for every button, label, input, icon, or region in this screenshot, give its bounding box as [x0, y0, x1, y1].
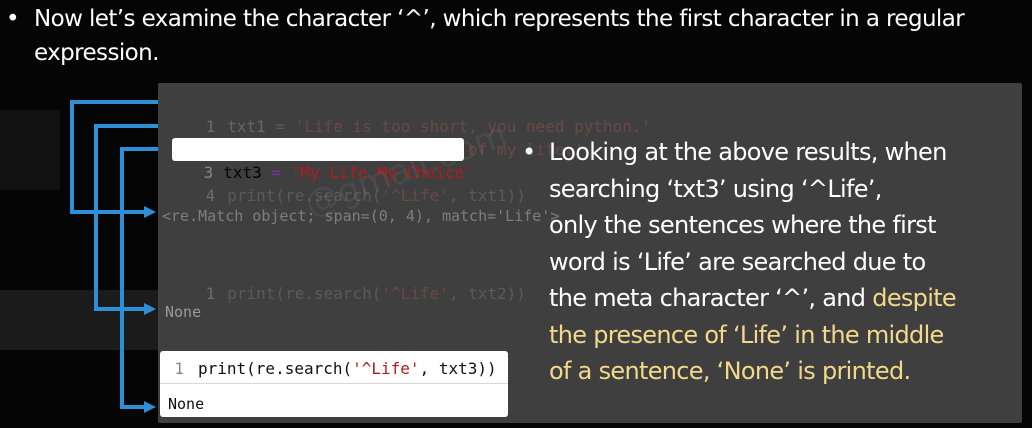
arrow-txt2: [94, 124, 158, 311]
explanation-highlight-1: despite: [872, 284, 956, 312]
arrowhead-3: [144, 401, 156, 413]
explanation-text: • Looking at the above results, when sea…: [522, 134, 1002, 390]
explanation-line-2: searching ‘txt3’ using ‘^Life’,: [549, 174, 882, 203]
explanation-line-5: the meta character ‘^’, and despite: [549, 284, 957, 312]
arrowhead-1: [144, 206, 156, 218]
explanation-line-1: Looking at the above results, when: [549, 138, 947, 166]
explanation-line-4: word is ‘Life’ are searched due to: [549, 247, 926, 276]
explanation-highlight-3: of a sentence, ‘None’ is printed.: [549, 357, 911, 385]
arrow-txt1: [70, 100, 158, 214]
arrowhead-2: [144, 303, 156, 315]
explanation-highlight-2: the presence of ‘Life’ in the middle: [549, 320, 944, 349]
explanation-line-3: only the sentences where the first: [549, 211, 937, 239]
arrow-txt3: [120, 147, 158, 409]
explanation-bullet: •: [522, 138, 536, 166]
